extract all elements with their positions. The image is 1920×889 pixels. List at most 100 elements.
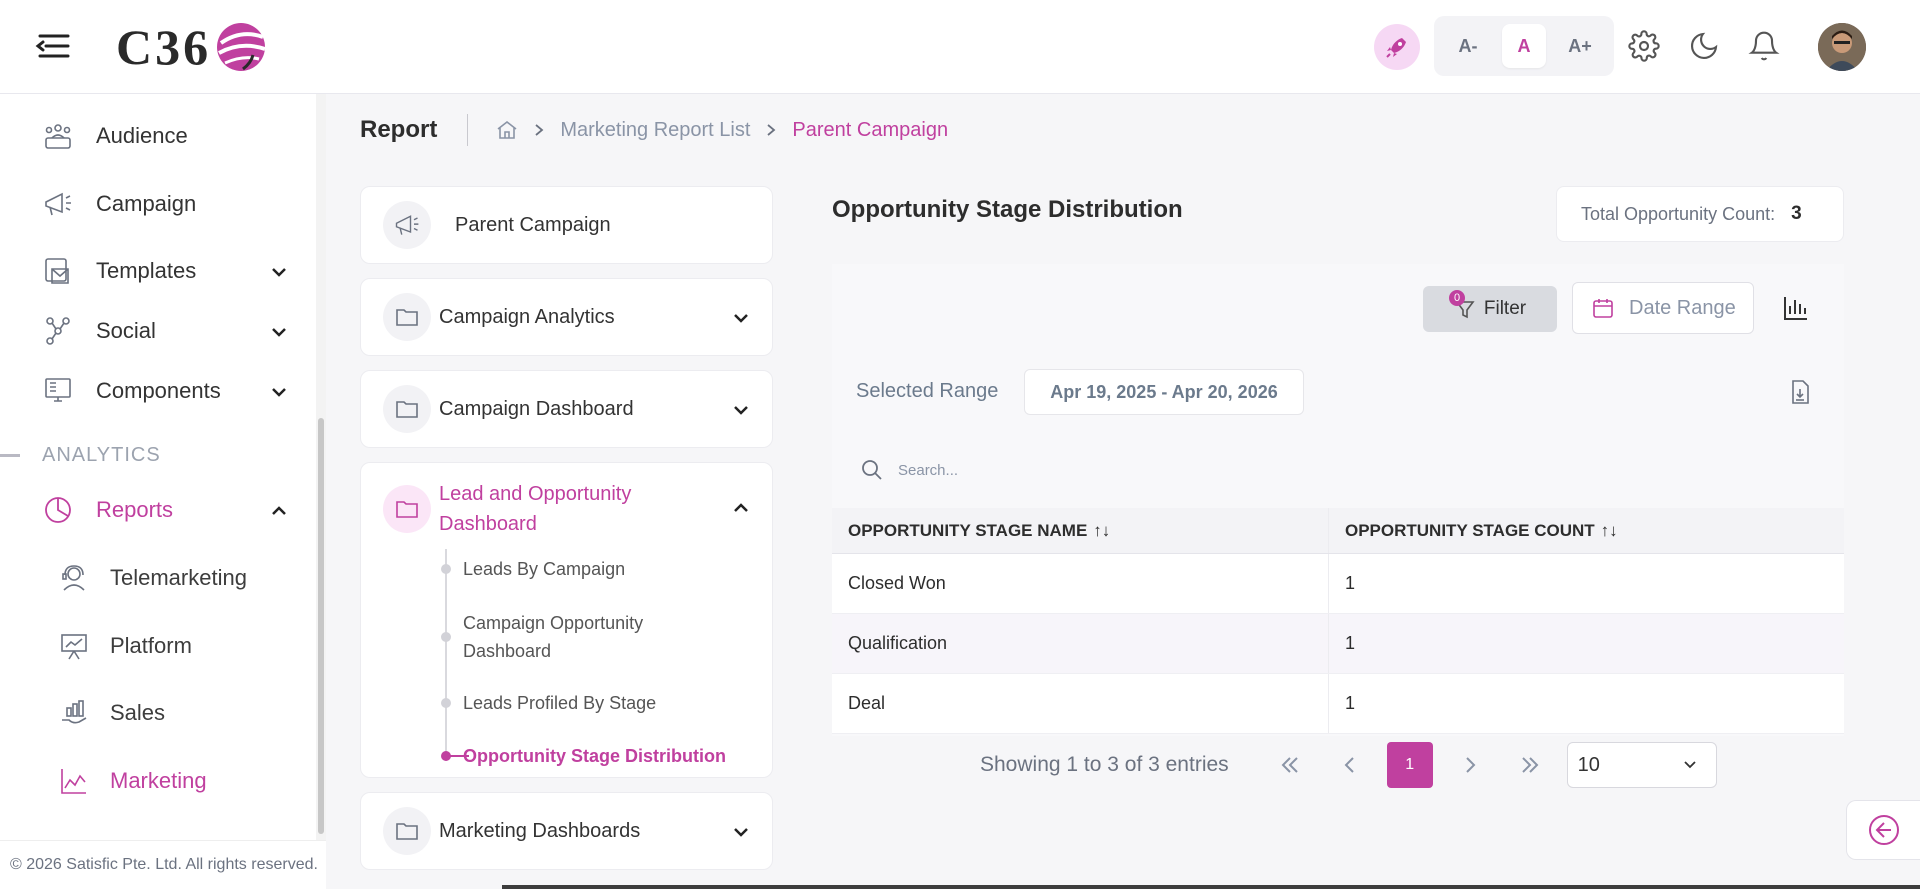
chevron-down-icon <box>734 828 748 837</box>
user-avatar[interactable] <box>1818 23 1866 71</box>
table-row[interactable]: Deal 1 <box>832 674 1844 734</box>
column-header-label: OPPORTUNITY STAGE NAME <box>848 520 1088 540</box>
search-icon <box>862 460 882 480</box>
menu-toggle-icon[interactable] <box>34 30 72 62</box>
chevron-down-icon <box>1684 761 1696 769</box>
prev-page-icon[interactable] <box>1327 742 1373 788</box>
total-label: Total Opportunity Count: <box>1581 203 1776 224</box>
moon-icon[interactable] <box>1686 28 1722 64</box>
font-default-button[interactable]: A <box>1502 24 1546 68</box>
cell-stage-count: 1 <box>1345 633 1356 653</box>
calendar-icon <box>1593 299 1613 318</box>
group-card-campaign-analytics[interactable]: Campaign Analytics <box>360 278 773 356</box>
search-input[interactable] <box>898 461 1198 479</box>
pie-chart-icon <box>40 492 76 528</box>
sidebar-subitem-telemarketing[interactable]: Telemarketing <box>58 558 298 598</box>
date-range-button[interactable]: Date Range <box>1572 282 1754 334</box>
sidebar-item-components[interactable]: Components <box>40 371 290 411</box>
tree-line <box>445 549 447 761</box>
cell-stage-count: 1 <box>1345 573 1356 593</box>
sidebar-item-campaign[interactable]: Campaign <box>40 184 290 224</box>
line-chart-icon <box>58 765 90 797</box>
group-header[interactable]: Campaign Analytics <box>361 279 772 355</box>
group-header[interactable]: Marketing Dashboards <box>361 793 772 869</box>
column-header-stage-name[interactable]: OPPORTUNITY STAGE NAME ↑↓ <box>832 508 1329 553</box>
search-bar <box>860 452 1220 488</box>
page-button-current[interactable]: 1 <box>1386 742 1433 788</box>
page-size-select[interactable]: 10 <box>1566 742 1717 788</box>
next-page-icon[interactable] <box>1447 742 1493 788</box>
sidebar-subitem-sales[interactable]: Sales <box>58 693 298 733</box>
table-row[interactable]: Closed Won 1 <box>832 554 1844 614</box>
font-decrease-button[interactable]: A- <box>1446 24 1490 68</box>
parent-campaign-row[interactable]: Parent Campaign <box>361 187 772 263</box>
sidebar-item-social[interactable]: Social <box>40 311 290 351</box>
last-page-icon[interactable] <box>1507 742 1553 788</box>
page-size-value: 10 <box>1577 753 1600 776</box>
report-title: Opportunity Stage Distribution <box>832 196 1183 223</box>
bottom-divider <box>502 885 1920 889</box>
breadcrumb-marketing-report-list[interactable]: Marketing Report List <box>560 119 750 142</box>
sidebar-item-templates[interactable]: Templates <box>40 251 290 291</box>
back-button[interactable] <box>1846 800 1920 860</box>
tree-dot <box>441 564 451 574</box>
cell-stage-name: Closed Won <box>832 554 1329 613</box>
bar-chart-icon[interactable] <box>1778 290 1814 326</box>
table-row[interactable]: Qualification 1 <box>832 614 1844 674</box>
bell-icon[interactable] <box>1746 28 1782 64</box>
cell-stage-name: Qualification <box>832 614 1329 673</box>
export-file-icon[interactable] <box>1786 378 1814 406</box>
tree-item-leads-by-campaign[interactable]: Leads By Campaign <box>441 555 626 583</box>
logo-text: C36 <box>116 19 212 75</box>
group-label: Campaign Analytics <box>439 305 615 328</box>
sidebar-subitem-label: Sales <box>110 700 166 725</box>
column-header-stage-count[interactable]: OPPORTUNITY STAGE COUNT ↑↓ <box>1329 508 1844 553</box>
tree-item-label: Campaign Opportunity Dashboard <box>463 613 644 661</box>
sidebar-section-analytics: ANALYTICS <box>0 440 161 470</box>
table-header-row: OPPORTUNITY STAGE NAME ↑↓ OPPORTUNITY ST… <box>832 508 1844 554</box>
parent-campaign-card[interactable]: Parent Campaign <box>360 186 773 264</box>
brand-logo[interactable]: C36 <box>116 12 269 82</box>
total-opportunity-box: Total Opportunity Count: 3 <box>1556 186 1844 242</box>
folder-icon <box>383 807 431 855</box>
sales-icon <box>58 697 90 729</box>
pagination-summary: Showing 1 to 3 of 3 entries <box>980 753 1229 776</box>
total-value: 3 <box>1791 203 1802 224</box>
sidebar-item-label: Campaign <box>96 191 197 216</box>
home-icon[interactable] <box>496 119 518 141</box>
first-page-icon[interactable] <box>1267 742 1313 788</box>
tree-dot <box>441 632 451 642</box>
tree-item-opportunity-stage-distribution[interactable]: Opportunity Stage Distribution <box>441 742 726 770</box>
parent-campaign-label: Parent Campaign <box>455 213 611 236</box>
group-label: Lead and Opportunity Dashboard <box>439 483 632 535</box>
audience-icon <box>40 118 76 154</box>
section-label: ANALYTICS <box>42 443 161 466</box>
tree-item-campaign-opportunity-dashboard[interactable]: Campaign Opportunity Dashboard <box>441 609 723 665</box>
tree-item-label: Leads By Campaign <box>463 559 626 579</box>
group-header[interactable]: Lead and Opportunity Dashboard <box>361 463 772 555</box>
sidebar-item-label: Reports <box>96 497 174 522</box>
tree-item-label: Leads Profiled By Stage <box>463 693 657 713</box>
gear-icon[interactable] <box>1626 28 1662 64</box>
sidebar-item-label: Social <box>96 318 156 343</box>
filter-count-badge: 0 <box>1449 290 1465 306</box>
sidebar-item-audience[interactable]: Audience <box>40 116 290 156</box>
group-label: Marketing Dashboards <box>439 819 641 842</box>
sidebar-subitem-platform[interactable]: Platform <box>58 626 298 666</box>
font-increase-button[interactable]: A+ <box>1558 24 1602 68</box>
tree-item-leads-profiled-by-stage[interactable]: Leads Profiled By Stage <box>441 689 657 717</box>
group-card-marketing-dashboards[interactable]: Marketing Dashboards <box>360 792 773 870</box>
group-header[interactable]: Campaign Dashboard <box>361 371 772 447</box>
sidebar-item-label: Components <box>96 378 221 403</box>
tree-item-label: Opportunity Stage Distribution <box>463 746 726 766</box>
rocket-button[interactable] <box>1374 24 1420 70</box>
filter-button[interactable]: 0 Filter <box>1423 286 1557 332</box>
sidebar-subitem-label: Marketing <box>110 768 207 793</box>
date-range-label: Date Range <box>1629 296 1736 319</box>
sidebar-scrollbar-thumb[interactable] <box>318 418 324 834</box>
components-icon <box>40 373 76 409</box>
sidebar-item-reports[interactable]: Reports <box>40 490 290 530</box>
group-card-campaign-dashboard[interactable]: Campaign Dashboard <box>360 370 773 448</box>
sidebar-subitem-marketing[interactable]: Marketing <box>58 761 298 801</box>
chevron-up-icon <box>272 506 286 515</box>
